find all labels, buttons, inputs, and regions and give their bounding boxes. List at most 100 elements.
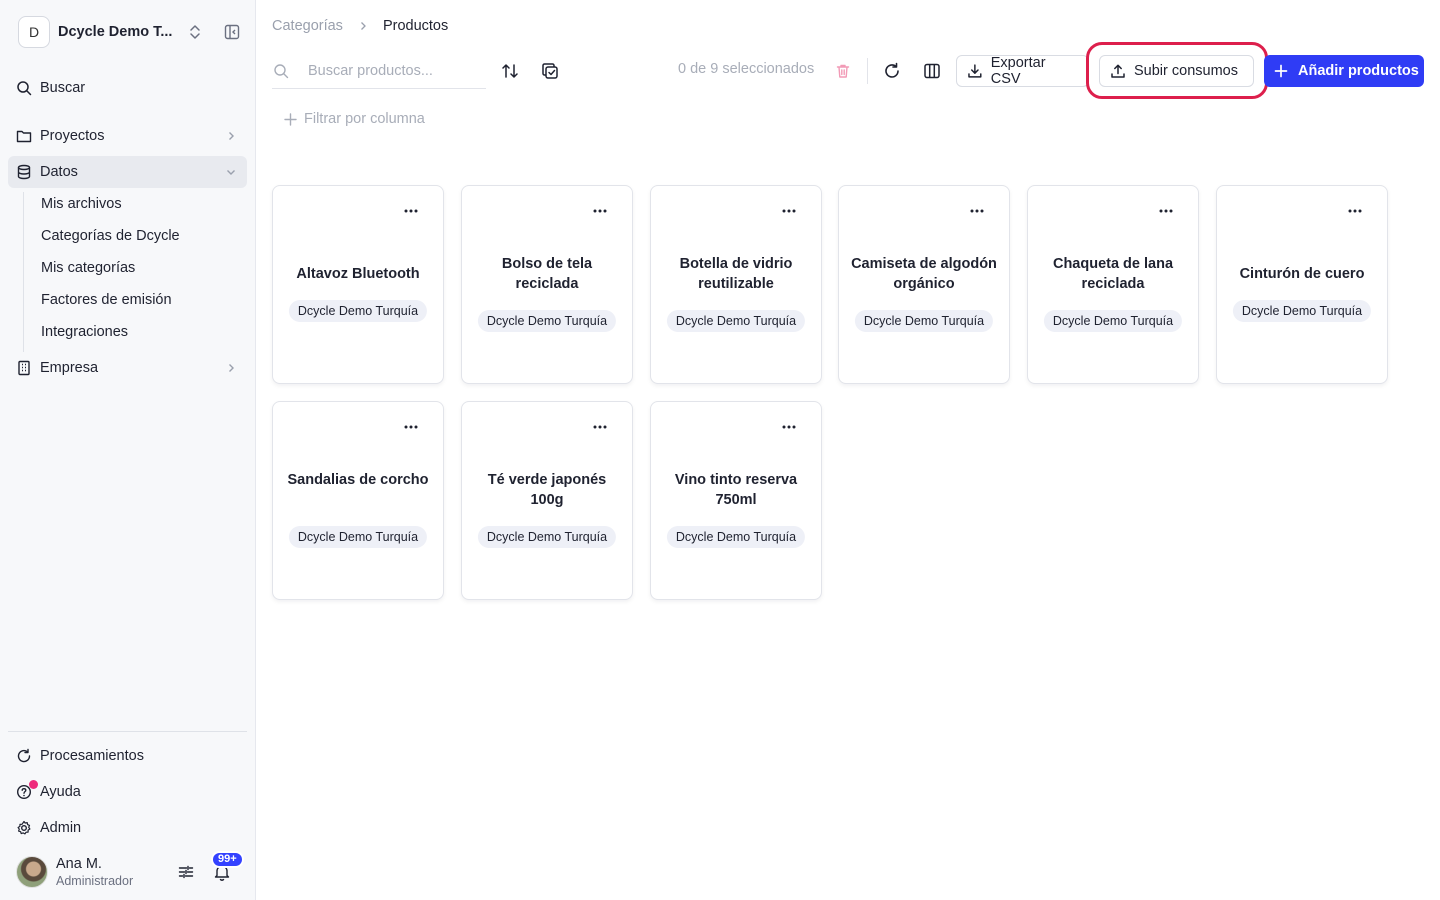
product-name: Vino tinto reserva 750ml bbox=[674, 472, 798, 508]
export-csv-label: Exportar CSV bbox=[990, 55, 1046, 87]
more-options-icon[interactable] bbox=[592, 208, 608, 214]
copy-check-icon bbox=[542, 63, 558, 79]
plus-icon bbox=[284, 112, 297, 126]
breadcrumb: Categorías Productos bbox=[272, 16, 448, 36]
product-card[interactable]: Botella de vidrio reutilizable Dcycle De… bbox=[650, 185, 822, 384]
chevron-right-icon bbox=[360, 22, 366, 30]
breadcrumb-productos: Productos bbox=[382, 18, 449, 34]
folder-icon bbox=[16, 130, 32, 143]
nav-proyectos-label: Proyectos bbox=[40, 128, 105, 144]
search-icon bbox=[17, 81, 32, 96]
nav-search[interactable]: Buscar bbox=[8, 72, 247, 104]
avatar[interactable] bbox=[16, 856, 48, 888]
nav-admin-label: Admin bbox=[40, 820, 82, 836]
product-company-tag: Dcycle Demo Turquía bbox=[1232, 300, 1372, 322]
more-options-icon[interactable] bbox=[403, 208, 419, 214]
product-company-tag: Dcycle Demo Turquía bbox=[477, 310, 617, 332]
refresh-icon bbox=[17, 748, 31, 763]
search-icon bbox=[274, 64, 289, 79]
highlight-annotation-ring bbox=[1086, 42, 1268, 99]
help-notification-dot bbox=[29, 780, 38, 789]
nav-search-label: Buscar bbox=[40, 80, 86, 96]
nav-admin[interactable]: Admin bbox=[8, 812, 247, 844]
product-name: Té verde japonés 100g bbox=[487, 472, 607, 508]
product-name: Botella de vidrio reutilizable bbox=[679, 256, 793, 292]
workspace-name: Dcycle Demo T... bbox=[58, 24, 173, 40]
nav-proyectos[interactable]: Proyectos bbox=[8, 120, 247, 152]
sidebar-collapse-icon[interactable] bbox=[224, 24, 240, 40]
columns-icon bbox=[924, 63, 940, 79]
more-options-icon[interactable] bbox=[1158, 208, 1174, 214]
product-company-tag: Dcycle Demo Turquía bbox=[666, 526, 806, 548]
sidebar-divider bbox=[8, 731, 247, 732]
gear-icon bbox=[17, 820, 31, 835]
nav-empresa[interactable]: Empresa bbox=[8, 352, 247, 384]
product-search[interactable] bbox=[272, 54, 486, 89]
columns-button[interactable] bbox=[922, 61, 942, 81]
nav-procesamientos-label: Procesamientos bbox=[40, 748, 144, 764]
product-card[interactable]: Altavoz Bluetooth Dcycle Demo Turquía bbox=[272, 185, 444, 384]
more-options-icon[interactable] bbox=[781, 208, 797, 214]
add-products-button[interactable]: Añadir productos bbox=[1264, 55, 1424, 87]
add-products-label: Añadir productos bbox=[1298, 63, 1419, 79]
more-options-icon[interactable] bbox=[781, 424, 797, 430]
export-csv-button[interactable]: Exportar CSV bbox=[956, 55, 1089, 87]
product-card[interactable]: Bolso de tela reciclada Dcycle Demo Turq… bbox=[461, 185, 633, 384]
trash-icon bbox=[836, 64, 850, 78]
product-name: Chaqueta de lana reciclada bbox=[1052, 256, 1174, 292]
chevron-up-down-icon[interactable] bbox=[188, 24, 202, 40]
chevron-right-icon bbox=[229, 132, 234, 140]
download-icon bbox=[968, 64, 982, 78]
subnav-factores-emision[interactable]: Factores de emisión bbox=[41, 288, 172, 312]
product-company-tag: Dcycle Demo Turquía bbox=[288, 526, 428, 548]
toolbar-divider bbox=[867, 58, 868, 84]
chevron-down-icon bbox=[227, 170, 235, 175]
product-company-tag: Dcycle Demo Turquía bbox=[288, 300, 428, 322]
search-input[interactable] bbox=[308, 60, 478, 82]
product-name: Cinturón de cuero bbox=[1239, 266, 1365, 282]
user-profile[interactable]: Ana M. Administrador 99+ bbox=[16, 851, 247, 889]
product-company-tag: Dcycle Demo Turquía bbox=[1043, 310, 1183, 332]
breadcrumb-categorias[interactable]: Categorías bbox=[272, 18, 343, 34]
plus-icon bbox=[1274, 64, 1288, 78]
subnav-categorias-dcycle[interactable]: Categorías de Dcycle bbox=[41, 224, 180, 248]
product-card[interactable]: Vino tinto reserva 750ml Dcycle Demo Tur… bbox=[650, 401, 822, 600]
product-card[interactable]: Sandalias de corcho Dcycle Demo Turquía bbox=[272, 401, 444, 600]
select-all-button[interactable] bbox=[540, 61, 560, 81]
nav-datos[interactable]: Datos bbox=[8, 156, 247, 188]
nav-procesamientos[interactable]: Procesamientos bbox=[8, 740, 247, 772]
subnav-mis-categorias[interactable]: Mis categorías bbox=[41, 256, 135, 280]
user-role: Administrador bbox=[56, 874, 134, 888]
product-card[interactable]: Cinturón de cuero Dcycle Demo Turquía bbox=[1216, 185, 1388, 384]
notifications-badge: 99+ bbox=[211, 851, 244, 868]
product-card[interactable]: Chaqueta de lana reciclada Dcycle Demo T… bbox=[1027, 185, 1199, 384]
product-name: Bolso de tela reciclada bbox=[501, 256, 593, 292]
submenu-guide-line bbox=[23, 192, 24, 352]
sort-button[interactable] bbox=[500, 61, 520, 81]
subnav-integraciones[interactable]: Integraciones bbox=[41, 320, 128, 344]
filter-by-column-label: Filtrar por columna bbox=[304, 111, 425, 127]
product-company-tag: Dcycle Demo Turquía bbox=[477, 526, 617, 548]
nav-ayuda[interactable]: Ayuda bbox=[8, 776, 247, 808]
user-name: Ana M. bbox=[56, 856, 102, 872]
more-options-icon[interactable] bbox=[403, 424, 419, 430]
product-name: Sandalias de corcho bbox=[287, 472, 429, 488]
product-company-tag: Dcycle Demo Turquía bbox=[854, 310, 994, 332]
sliders-icon[interactable] bbox=[178, 864, 194, 880]
product-name: Altavoz Bluetooth bbox=[296, 266, 420, 282]
product-card[interactable]: Té verde japonés 100g Dcycle Demo Turquí… bbox=[461, 401, 633, 600]
nav-datos-label: Datos bbox=[40, 164, 78, 180]
workspace-avatar: D bbox=[18, 16, 50, 48]
refresh-button[interactable] bbox=[882, 61, 902, 81]
filter-by-column-button[interactable]: Filtrar por columna bbox=[284, 111, 425, 127]
database-icon bbox=[17, 164, 31, 180]
nav-ayuda-label: Ayuda bbox=[40, 784, 81, 800]
delete-button[interactable] bbox=[833, 61, 853, 81]
subnav-mis-archivos[interactable]: Mis archivos bbox=[41, 192, 122, 216]
more-options-icon[interactable] bbox=[1347, 208, 1363, 214]
workspace-switcher[interactable]: D Dcycle Demo T... bbox=[18, 16, 247, 48]
more-options-icon[interactable] bbox=[592, 424, 608, 430]
more-options-icon[interactable] bbox=[969, 208, 985, 214]
product-card[interactable]: Camiseta de algodón orgánico Dcycle Demo… bbox=[838, 185, 1010, 384]
sidebar: D Dcycle Demo T... Buscar Proyectos Dato… bbox=[0, 0, 256, 900]
